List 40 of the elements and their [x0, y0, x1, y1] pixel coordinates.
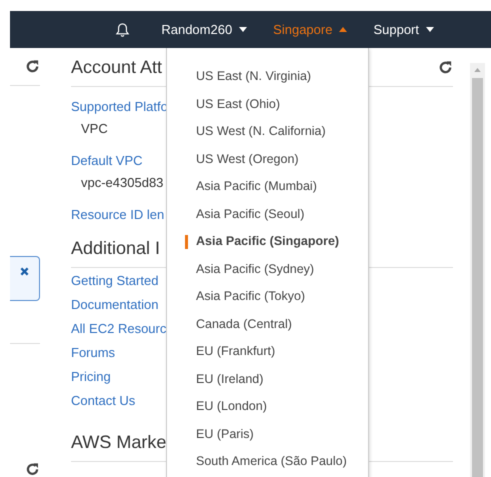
- section-heading: Account Att: [71, 56, 162, 78]
- region-menu-item[interactable]: EU (Ireland): [167, 366, 368, 393]
- region-menu-item[interactable]: Asia Pacific (Sydney): [167, 256, 368, 283]
- section-heading: AWS Marke: [71, 432, 166, 452]
- link[interactable]: Contact Us: [71, 389, 136, 413]
- close-button[interactable]: [10, 256, 40, 302]
- caret-icon: [426, 27, 434, 32]
- region-menu-item[interactable]: Asia Pacific (Seoul): [167, 200, 368, 228]
- region-menu-item[interactable]: EU (London): [167, 393, 368, 420]
- link[interactable]: Pricing: [71, 365, 111, 389]
- nav-menu-button[interactable]: Support: [360, 11, 447, 48]
- link[interactable]: Documentation: [71, 293, 158, 317]
- region-menu-item[interactable]: Asia Pacific (Mumbai): [167, 173, 368, 200]
- field-value: vpc-e4305d83: [80, 174, 164, 192]
- caret-icon: [239, 27, 248, 32]
- refresh-icon[interactable]: [25, 462, 40, 477]
- region-menu-item[interactable]: US East (N. Virginia): [167, 63, 368, 90]
- notification-bell-icon[interactable]: [115, 22, 130, 38]
- region-menu-item[interactable]: US West (Oregon): [167, 146, 368, 173]
- nav-menu-button[interactable]: Singapore: [260, 11, 360, 48]
- close-icon: [20, 267, 29, 276]
- link[interactable]: Resource ID len: [71, 204, 164, 226]
- refresh-icon[interactable]: [25, 59, 40, 74]
- caret-icon: [339, 27, 348, 32]
- region-menu-item[interactable]: Asia Pacific (Tokyo): [167, 283, 368, 310]
- region-menu-item[interactable]: EU (Paris): [167, 420, 368, 448]
- link[interactable]: Default VPC: [71, 150, 143, 172]
- link[interactable]: All EC2 Resourc: [71, 317, 166, 341]
- region-menu-item[interactable]: Canada (Central): [167, 310, 368, 338]
- region-menu-item[interactable]: South America (São Paulo): [167, 448, 368, 476]
- link[interactable]: Getting Started: [71, 269, 158, 293]
- section-heading: Additional I: [71, 238, 160, 258]
- field-value: VPC: [80, 120, 108, 138]
- region-menu-item[interactable]: US East (Ohio): [167, 90, 368, 118]
- scrollbar[interactable]: [470, 63, 485, 477]
- refresh-icon[interactable]: [438, 60, 453, 74]
- link[interactable]: Forums: [71, 341, 116, 365]
- region-menu-item[interactable]: US West (N. California): [167, 118, 368, 146]
- region-menu-item[interactable]: EU (Frankfurt): [167, 338, 368, 366]
- nav-menu-button[interactable]: Random260: [148, 11, 260, 48]
